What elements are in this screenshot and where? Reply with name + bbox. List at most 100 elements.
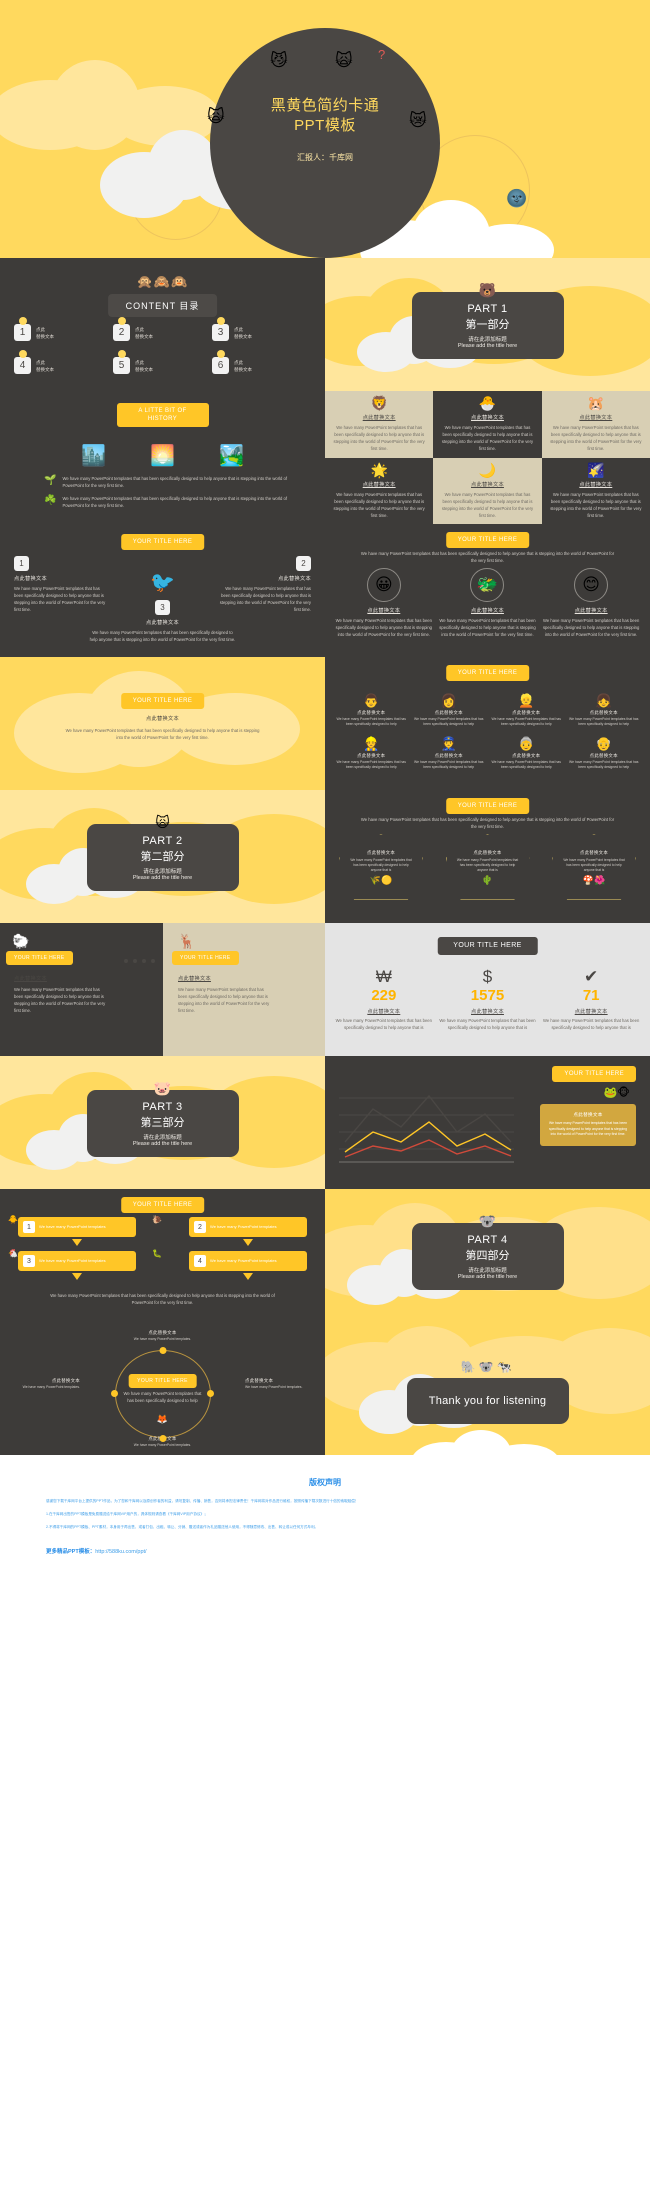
diagram-right-text: We have many PowerPoint templates. xyxy=(245,1385,303,1389)
section-title-right[interactable]: YOUR TITLE HERE xyxy=(172,951,239,965)
koala-icon: 🐨 xyxy=(478,1360,497,1374)
arrow-card[interactable]: 3 We have many PowerPoint templates xyxy=(18,1251,136,1271)
timeline-text: We have many PowerPoint templates that h… xyxy=(178,987,270,1013)
arrow-card[interactable]: 2 We have many PowerPoint templates xyxy=(189,1217,307,1237)
bird-icon: 🐦 xyxy=(150,572,175,594)
section-title[interactable]: YOUR TITLE HERE xyxy=(552,1066,636,1082)
fox-icon: 🦊 xyxy=(156,1414,169,1424)
part-cn: 第二部分 xyxy=(140,851,185,863)
item-number: 1 xyxy=(14,556,29,571)
cloud-text-body: We have many PowerPoint templates that h… xyxy=(65,728,260,740)
pentagon-cell: 点此替换文本 We have many PowerPoint templates… xyxy=(552,834,636,900)
toc-item[interactable]: 6 点此 替换文本 xyxy=(212,357,311,374)
copyright-heading: 版权声明 xyxy=(309,1478,341,1487)
avatar: 👩 xyxy=(440,693,457,708)
monkey-icon: 🙈 xyxy=(153,274,172,289)
bug-icon: 🐛 xyxy=(152,1249,162,1258)
lion-icon: 🦁 xyxy=(370,395,388,412)
grid-cell-title: 点此替换文本 xyxy=(579,415,613,422)
part-sub-en: Please add the title here xyxy=(457,343,518,349)
toc-item[interactable]: 1 点此 替换文本 xyxy=(14,324,113,341)
note-title: 点此替换文本 xyxy=(573,1112,603,1117)
part-card: PART 2 第二部分 请在此添加标题 Please add the title… xyxy=(86,824,239,891)
person-title: 点此替换文本 xyxy=(589,753,618,758)
part-en: PART 4 xyxy=(467,1234,508,1246)
section-title[interactable]: YOUR TITLE HERE xyxy=(445,665,530,681)
slide-part-2: 🙀 PART 2 第二部分 请在此添加标题 Please add the tit… xyxy=(0,790,325,923)
history-icon-row: 🏙️ 🌅 🏞️ xyxy=(0,443,325,468)
slide-part-3: 🐷 PART 3 第三部分 请在此添加标题 Please add the tit… xyxy=(0,1056,325,1189)
ring-glyph: 🟡 xyxy=(381,874,393,885)
timeline-heading: 点此替换文本 xyxy=(178,976,211,982)
mushroom-glyph: 🍄 xyxy=(582,874,594,885)
stat-item: ₩ 229 点此替换文本 We have many PowerPoint tem… xyxy=(335,967,433,1031)
item-number: 3 xyxy=(155,600,170,615)
toc-item[interactable]: 5 点此 替换文本 xyxy=(113,357,212,374)
frog-icon: 🐸 xyxy=(603,1087,618,1099)
slide-thank-you: 🐘🐨🐄 Thank you for listening xyxy=(325,1322,650,1455)
grid-cell-title: 点此替换文本 xyxy=(362,415,396,422)
happy-icon: 😊 xyxy=(582,575,601,594)
toc-label-line2: 替换文本 xyxy=(135,333,153,339)
toc-label: 点此 替换文本 xyxy=(36,359,54,373)
history-pill[interactable]: A LITTE BIT OF HISTORY xyxy=(116,403,209,427)
toc-number: 1 xyxy=(14,324,31,341)
dot xyxy=(151,959,155,963)
toc-item[interactable]: 4 点此 替换文本 xyxy=(14,357,113,374)
arrow-card[interactable]: 4 We have many PowerPoint templates xyxy=(189,1251,307,1271)
thank-you-card: Thank you for listening xyxy=(406,1378,569,1424)
chick-icon: 🐥 xyxy=(8,1215,18,1224)
seedling-icon: 🌱 xyxy=(44,475,57,486)
part-sub-cn: 请在此添加标题 xyxy=(468,337,507,343)
person-title: 点此替换文本 xyxy=(589,710,618,715)
section-title[interactable]: YOUR TITLE HERE xyxy=(437,937,538,955)
toc-label-line1: 点此 xyxy=(36,326,45,332)
person-text: We have many PowerPoint templates that h… xyxy=(414,717,484,726)
grid-cell-title: 点此替换文本 xyxy=(362,481,396,488)
diagram-right: 点此替换文本 We have many PowerPoint templates… xyxy=(245,1378,319,1391)
cloud-text-heading: 点此替换文本 xyxy=(146,716,179,722)
person-item: 👨 点此替换文本 We have many PowerPoint templat… xyxy=(335,693,408,727)
arrow-card-wrap: 4 We have many PowerPoint templates xyxy=(189,1251,307,1280)
part-en: PART 3 xyxy=(142,1101,183,1113)
toc-label-line1: 点此 xyxy=(135,359,144,365)
koala-emoji: 🐨 xyxy=(478,1213,497,1229)
section-title[interactable]: YOUR TITLE HERE xyxy=(120,693,205,709)
slide-cloud-text: YOUR TITLE HERE 点此替换文本 We have many Powe… xyxy=(0,657,325,790)
toc-label-line2: 替换文本 xyxy=(135,366,153,372)
toc-item[interactable]: 2 点此 替换文本 xyxy=(113,324,212,341)
grid-cell-text: We have many PowerPoint templates that h… xyxy=(550,491,642,518)
person-title: 点此替换文本 xyxy=(357,710,386,715)
grid-cell: 🌟 点此替换文本 We have many PowerPoint templat… xyxy=(325,457,434,524)
stat-item: ✔ 71 点此替换文本 We have many PowerPoint temp… xyxy=(542,967,640,1031)
slide-part-4: 🐨 PART 4 第四部分 请在此添加标题 Please add the tit… xyxy=(325,1189,650,1322)
toc-item[interactable]: 3 点此 替换文本 xyxy=(212,324,311,341)
more-templates-link[interactable]: 更多精品PPT模板：http://588ku.com/ppt/ xyxy=(46,1547,604,1555)
stat-text: We have many PowerPoint templates that h… xyxy=(439,1018,536,1030)
grid-cell-text: We have many PowerPoint templates that h… xyxy=(550,425,642,452)
stat-title: 点此替换文本 xyxy=(471,1009,504,1015)
section-title-left[interactable]: YOUR TITLE HERE xyxy=(6,951,73,965)
section-title[interactable]: YOUR TITLE HERE xyxy=(120,534,205,550)
moon-emoji: 🌚 xyxy=(506,189,528,208)
slide-numbered: YOUR TITLE HERE 1 点此替换文本 We have many Po… xyxy=(0,524,325,657)
person-text: We have many PowerPoint templates that h… xyxy=(569,717,639,726)
avatar: 👧 xyxy=(595,693,612,708)
toc-label: 点此 替换文本 xyxy=(234,326,252,340)
slide-history: A LITTE BIT OF HISTORY 🏙️ 🌅 🏞️ 🌱 We have… xyxy=(0,391,325,524)
diagram-center-title[interactable]: YOUR TITLE HERE xyxy=(128,1374,197,1388)
grid-six: 🦁 点此替换文本 We have many PowerPoint templat… xyxy=(325,391,650,524)
section-title[interactable]: YOUR TITLE HERE xyxy=(120,1197,205,1213)
down-arrow-icon xyxy=(72,1273,82,1280)
arrow-card[interactable]: 1 We have many PowerPoint templates xyxy=(18,1217,136,1237)
copyright-paragraph: 1.在千库网出售的PPT模板是免费赠送给千库网VIP用户的，具体规则请查看《千库… xyxy=(46,1512,208,1516)
toc-label-line2: 替换文本 xyxy=(36,333,54,339)
section-title[interactable]: YOUR TITLE HERE xyxy=(445,532,530,548)
slide-arrows: YOUR TITLE HERE 1 We have many PowerPoin… xyxy=(0,1189,325,1322)
grid-cell: 🐹 点此替换文本 We have many PowerPoint templat… xyxy=(541,391,650,458)
toc-number: 4 xyxy=(14,357,31,374)
section-title[interactable]: YOUR TITLE HERE xyxy=(445,798,530,814)
slide-circles: YOUR TITLE HERE We have many PowerPoint … xyxy=(325,524,650,657)
person-title: 点此替换文本 xyxy=(512,710,541,715)
down-arrow-icon xyxy=(243,1239,253,1246)
